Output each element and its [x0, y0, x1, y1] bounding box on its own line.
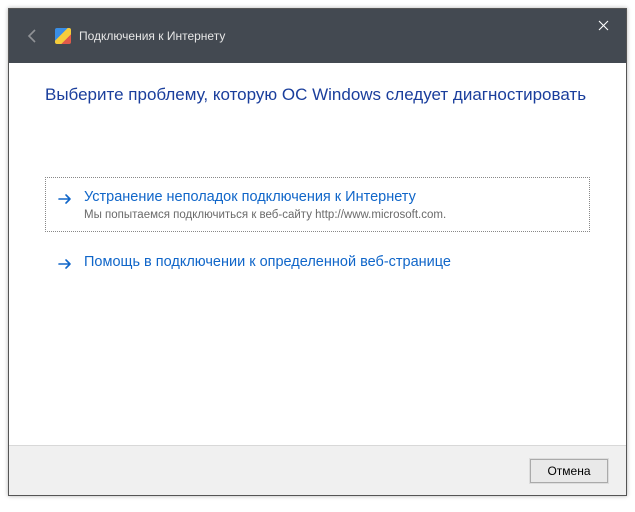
window-title: Подключения к Интернету — [79, 29, 225, 43]
cancel-button[interactable]: Отмена — [530, 459, 608, 483]
page-heading: Выберите проблему, которую ОС Windows сл… — [45, 85, 590, 105]
troubleshooter-window: Подключения к Интернету Выберите проблем… — [8, 8, 627, 496]
option-body: Помощь в подключении к определенной веб-… — [84, 253, 579, 272]
troubleshoot-app-icon — [55, 28, 71, 44]
arrow-right-icon — [56, 190, 74, 208]
option-title: Помощь в подключении к определенной веб-… — [84, 253, 579, 272]
close-button[interactable] — [580, 9, 626, 41]
option-title: Устранение неполадок подключения к Интер… — [84, 188, 579, 207]
option-troubleshoot-internet[interactable]: Устранение неполадок подключения к Интер… — [45, 177, 590, 232]
option-subtitle: Мы попытаемся подключиться к веб-сайту h… — [84, 209, 579, 221]
arrow-right-icon — [56, 255, 74, 273]
back-icon — [23, 26, 43, 46]
titlebar: Подключения к Интернету — [9, 9, 626, 63]
footer: Отмена — [9, 445, 626, 495]
content-area: Выберите проблему, которую ОС Windows сл… — [9, 63, 626, 445]
option-body: Устранение неполадок подключения к Интер… — [84, 188, 579, 221]
option-help-specific-page[interactable]: Помощь в подключении к определенной веб-… — [45, 242, 590, 284]
close-icon — [598, 20, 609, 31]
